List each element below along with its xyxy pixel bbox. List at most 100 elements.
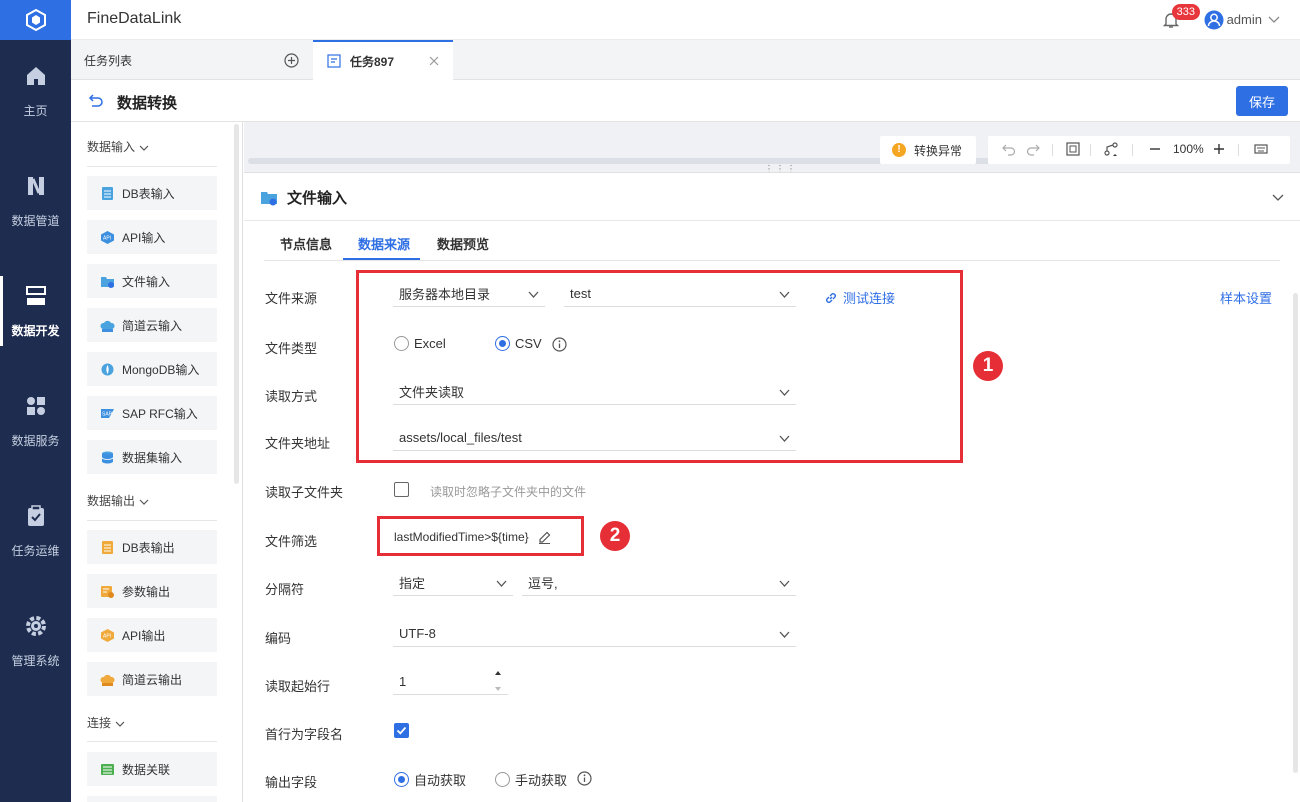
redo-icon[interactable] <box>1026 142 1040 156</box>
chevron-down-icon <box>779 580 790 587</box>
panel-scrollbar[interactable] <box>234 124 239 484</box>
nav-item-service[interactable]: 数据服务 <box>0 366 71 476</box>
close-icon[interactable] <box>429 56 439 66</box>
encoding-label: 编码 <box>265 631 292 646</box>
delimiter-value-select[interactable]: 逗号, <box>522 570 796 596</box>
comp-data-join[interactable]: 数据关联 <box>87 752 217 786</box>
comp-dataset-input[interactable]: 数据集输入 <box>87 440 217 474</box>
subfolder-checkbox[interactable] <box>394 482 409 497</box>
group-label: 数据输出 <box>87 494 136 508</box>
config-scrollbar[interactable] <box>1293 293 1298 773</box>
output-fields-label: 输出字段 <box>265 775 318 790</box>
tab-task-list[interactable]: 任务列表 <box>71 40 311 80</box>
radio-circle <box>495 772 510 787</box>
comp-param-output[interactable]: 参数输出 <box>87 574 217 608</box>
encoding-select[interactable]: UTF-8 <box>393 621 796 647</box>
divider <box>87 741 217 742</box>
page-header: 数据转换 保存 <box>71 80 1300 122</box>
comp-api-output[interactable]: API API输出 <box>87 618 217 652</box>
save-button[interactable]: 保存 <box>1236 86 1288 116</box>
annotation-badge-1: 1 <box>973 351 1003 381</box>
comp-label: 简道云输入 <box>122 318 183 333</box>
nav-item-dev[interactable]: 数据开发 <box>0 256 71 366</box>
undo-icon[interactable] <box>1002 142 1016 156</box>
comp-sap-input[interactable]: SAP SAP RFC输入 <box>87 396 217 430</box>
tab-node-info[interactable]: 节点信息 <box>280 234 332 253</box>
group-label: 连接 <box>87 716 112 730</box>
select-value: 逗号, <box>528 576 558 591</box>
comp-jdy-output[interactable]: 简道云输出 <box>87 662 217 696</box>
comp-label: MongoDB输入 <box>122 362 200 377</box>
comp-db-output[interactable]: DB表输出 <box>87 530 217 564</box>
stepper-arrows-icon[interactable] <box>493 669 503 693</box>
gear-icon <box>25 615 46 636</box>
comp-file-input[interactable]: 文件输入 <box>87 264 217 298</box>
nav-label: 数据管道 <box>11 213 60 228</box>
radio-circle-checked <box>394 772 409 787</box>
comp-api-input[interactable]: API API输入 <box>87 220 217 254</box>
comp-label: API输入 <box>122 230 166 245</box>
start-row-stepper[interactable]: 1 <box>393 669 508 695</box>
zoom-level: 100% <box>1173 142 1204 156</box>
chevron-down-icon <box>139 145 149 151</box>
nav-label: 管理系统 <box>11 653 60 668</box>
zoom-out-icon[interactable] <box>1148 142 1162 156</box>
config-tabs: 节点信息 数据来源 数据预览 <box>264 221 1280 261</box>
select-value: 指定 <box>399 576 426 591</box>
separator <box>1132 144 1133 156</box>
api-icon: API <box>101 230 114 244</box>
nav-item-pipeline[interactable]: 数据管道 <box>0 146 71 256</box>
tab-data-preview[interactable]: 数据预览 <box>437 234 489 253</box>
info-icon[interactable] <box>577 771 592 786</box>
start-row-label: 读取起始行 <box>265 679 331 694</box>
comp-more[interactable] <box>87 796 217 802</box>
comp-jdy-input[interactable]: 简道云输入 <box>87 308 217 342</box>
component-panel: 数据输入 DB表输入 API API输入 文件输入 简道云输入 MongoDB输入… <box>71 122 243 802</box>
layout-icon[interactable] <box>1104 142 1118 156</box>
fit-view-icon[interactable] <box>1066 142 1080 156</box>
comp-db-input[interactable]: DB表输入 <box>87 176 217 210</box>
delimiter-label: 分隔符 <box>265 582 305 597</box>
nav-label: 任务运维 <box>11 543 60 558</box>
zoom-in-icon[interactable] <box>1212 142 1226 156</box>
file-source-label: 文件来源 <box>265 291 318 306</box>
delimiter-mode-select[interactable]: 指定 <box>393 570 513 596</box>
nav-item-ops[interactable]: 任务运维 <box>0 476 71 586</box>
comp-label: DB表输入 <box>122 186 175 201</box>
tab-task-897[interactable]: 任务897 <box>313 40 453 80</box>
user-name[interactable]: admin <box>1227 12 1262 27</box>
tab-bar: 任务列表 任务897 <box>71 40 1300 80</box>
chevron-down-icon <box>496 580 507 587</box>
back-icon[interactable] <box>87 93 103 109</box>
notification-badge: 333 <box>1171 4 1200 20</box>
folder-icon <box>101 276 114 288</box>
nav-item-home[interactable]: 主页 <box>0 36 71 146</box>
nav-item-admin[interactable]: 管理系统 <box>0 586 71 696</box>
radio-manual-fetch[interactable]: 手动获取 <box>495 770 567 789</box>
canvas-area[interactable]: ! 转换异常 100% ⋮⋮⋮ <box>244 122 1300 175</box>
app-logo[interactable] <box>0 0 71 40</box>
convert-error-chip[interactable]: ! 转换异常 <box>880 136 976 164</box>
chevron-down-icon[interactable] <box>1268 13 1280 25</box>
comp-mongodb-input[interactable]: MongoDB输入 <box>87 352 217 386</box>
sample-settings-link[interactable]: 样本设置 <box>1220 288 1272 307</box>
cloud-icon <box>100 674 115 686</box>
comp-label: API输出 <box>122 628 166 643</box>
annotation-badge-2: 2 <box>600 521 630 551</box>
dev-icon <box>25 285 46 305</box>
avatar-icon[interactable] <box>1204 10 1224 30</box>
group-output[interactable]: 数据输出 <box>87 492 149 509</box>
group-input[interactable]: 数据输入 <box>87 138 149 155</box>
radio-auto-fetch[interactable]: 自动获取 <box>394 770 466 789</box>
tab-data-source[interactable]: 数据来源 <box>358 234 410 253</box>
tab-label: 任务897 <box>350 54 395 69</box>
keyboard-icon[interactable] <box>1254 142 1268 156</box>
comp-label: 参数输出 <box>122 584 171 599</box>
chevron-down-icon[interactable] <box>1272 191 1284 203</box>
group-connect[interactable]: 连接 <box>87 714 125 731</box>
page-title: 数据转换 <box>117 95 178 112</box>
header-row-checkbox[interactable] <box>394 723 409 738</box>
sap-icon: SAP <box>101 408 114 418</box>
read-mode-label: 读取方式 <box>265 389 318 404</box>
add-tab-icon[interactable] <box>284 53 299 68</box>
